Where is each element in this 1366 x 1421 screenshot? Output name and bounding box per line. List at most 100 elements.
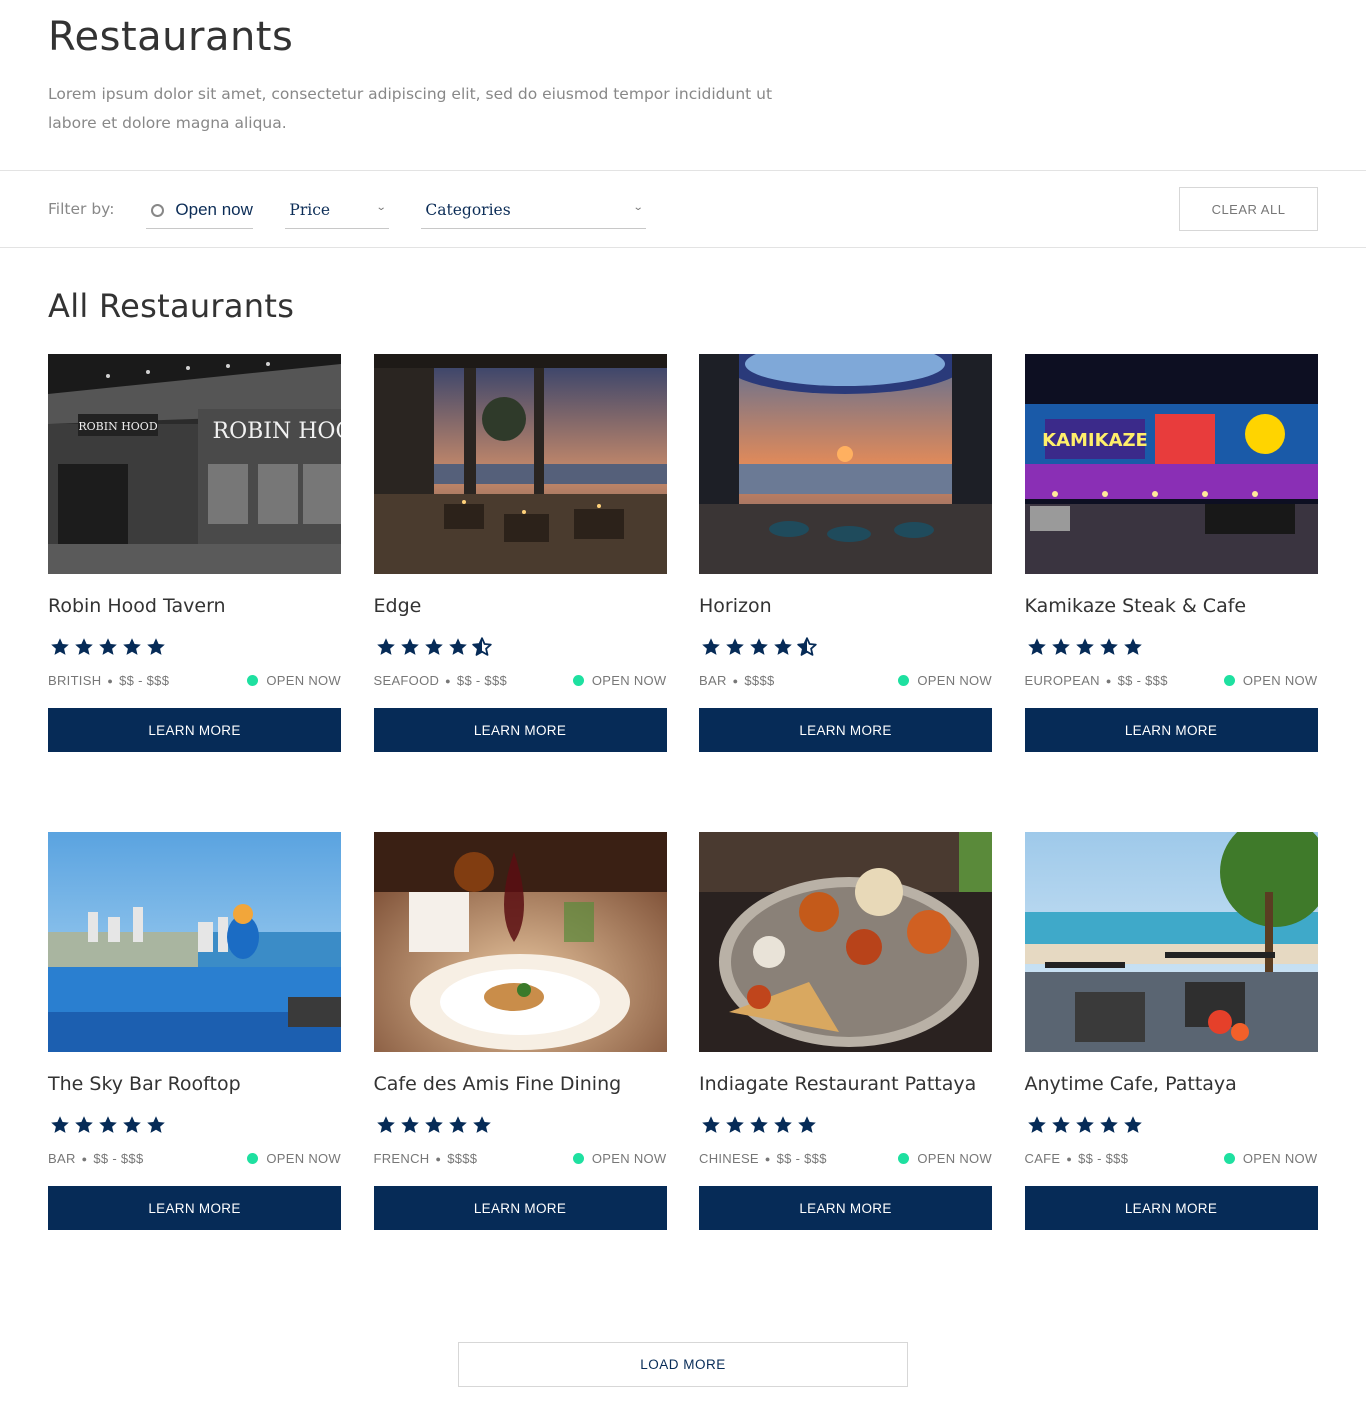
- status-text: OPEN NOW: [1242, 672, 1318, 688]
- open-now-filter[interactable]: Open now: [146, 189, 254, 229]
- price-select-label: Price: [289, 200, 331, 219]
- restaurant-grid: ROBIN HOOD ROBIN HOO Robin Hood Tavern B…: [48, 354, 1318, 1230]
- page-title: Restaurants: [48, 14, 294, 60]
- status-text: OPEN NOW: [917, 672, 992, 688]
- learn-more-button[interactable]: LEARN MORE: [699, 1186, 992, 1230]
- star-filled-icon: [1099, 1116, 1118, 1133]
- restaurant-meta: BAR ● $$$$ OPEN NOW: [699, 671, 992, 689]
- rating-stars: [699, 635, 992, 659]
- meta-info: BRITISH ● $$ - $$$: [48, 673, 169, 688]
- svg-text:KAMIKAZE: KAMIKAZE: [1042, 430, 1148, 451]
- star-filled-icon: [376, 638, 395, 655]
- restaurant-card: ROBIN HOOD ROBIN HOO Robin Hood Tavern B…: [48, 354, 341, 752]
- categories-select[interactable]: Categories ⌄: [421, 189, 647, 229]
- restaurant-name[interactable]: Kamikaze Steak & Cafe: [1025, 594, 1318, 618]
- star-filled-icon: [750, 1116, 768, 1133]
- star-filled-icon: [448, 638, 467, 655]
- restaurant-image[interactable]: [1024, 832, 1318, 1052]
- price-range: $$ - $$$: [776, 1150, 827, 1166]
- star-filled-icon: [376, 1116, 395, 1133]
- clear-all-button[interactable]: CLEAR ALL: [1179, 187, 1318, 231]
- cuisine-category: CAFE: [1024, 1150, 1061, 1166]
- restaurant-name[interactable]: Cafe des Amis Fine Dining: [374, 1072, 667, 1096]
- star-filled-icon: [99, 1116, 117, 1133]
- restaurant-meta: SEAFOOD ● $$ - $$$ OPEN NOW: [374, 671, 667, 689]
- restaurant-name[interactable]: Edge: [374, 594, 667, 618]
- restaurant-name[interactable]: The Sky Bar Rooftop: [48, 1072, 341, 1096]
- restaurant-card: Edge SEAFOOD ● $$ - $$$ OPEN NOW LEARN MORE: [373, 354, 667, 752]
- status-badge: OPEN NOW: [1223, 672, 1318, 688]
- rating-stars: [374, 635, 667, 659]
- star-filled-icon: [99, 638, 117, 655]
- learn-more-button[interactable]: LEARN MORE: [373, 708, 667, 752]
- restaurant-image[interactable]: [48, 832, 341, 1052]
- open-status-dot-icon: [898, 1152, 910, 1164]
- meta-info: FRENCH ● $$$$: [374, 1151, 478, 1166]
- load-more-button[interactable]: LOAD MORE: [458, 1342, 908, 1387]
- star-filled-icon: [75, 1116, 93, 1133]
- restaurant-image[interactable]: [373, 832, 667, 1052]
- restaurant-card: Anytime Cafe, Pattaya CAFE ● $$ - $$$ OPEN…: [1024, 832, 1318, 1230]
- separator-dot-icon: ●: [81, 1153, 88, 1164]
- learn-more-button[interactable]: LEARN MORE: [699, 708, 992, 752]
- learn-more-button[interactable]: LEARN MORE: [48, 1186, 341, 1230]
- restaurant-name[interactable]: Indiagate Restaurant Pattaya: [699, 1072, 992, 1096]
- restaurant-image[interactable]: [699, 832, 992, 1052]
- rating-stars: [48, 635, 341, 659]
- star-filled-icon: [1099, 638, 1118, 655]
- separator-dot-icon: ●: [435, 1153, 442, 1164]
- status-badge: OPEN NOW: [247, 673, 341, 688]
- restaurant-image[interactable]: ROBIN HOOD ROBIN HOO: [48, 354, 341, 574]
- restaurant-meta: FRENCH ● $$$$ OPEN NOW: [374, 1149, 667, 1167]
- status-text: OPEN NOW: [266, 672, 341, 688]
- star-filled-icon: [424, 1116, 443, 1133]
- status-badge: OPEN NOW: [247, 1151, 341, 1166]
- section-title: All Restaurants: [48, 287, 295, 325]
- separator-dot-icon: ●: [1105, 675, 1112, 686]
- status-badge: OPEN NOW: [572, 1151, 667, 1166]
- cuisine-category: EUROPEAN: [1024, 672, 1100, 688]
- status-text: OPEN NOW: [591, 672, 667, 688]
- status-badge: OPEN NOW: [898, 1151, 992, 1166]
- restaurant-card: Indiagate Restaurant Pattaya CHINESE ● $$ …: [699, 832, 992, 1230]
- separator-dot-icon: ●: [445, 675, 451, 686]
- restaurant-image[interactable]: [373, 354, 667, 574]
- learn-more-button[interactable]: LEARN MORE: [1024, 708, 1318, 752]
- star-filled-icon: [1075, 638, 1094, 655]
- meta-info: SEAFOOD ● $$ - $$$: [374, 673, 508, 688]
- learn-more-button[interactable]: LEARN MORE: [373, 1186, 667, 1230]
- restaurant-image[interactable]: KAMIKAZE: [1024, 354, 1318, 574]
- star-filled-icon: [472, 1116, 491, 1133]
- star-filled-icon: [1123, 638, 1142, 655]
- star-filled-icon: [1027, 1116, 1046, 1133]
- star-filled-icon: [424, 638, 443, 655]
- star-filled-icon: [51, 638, 69, 655]
- page-header: Restaurants Lorem ipsum dolor sit amet, …: [0, 0, 1366, 171]
- price-range: $$ - $$$: [1078, 1150, 1129, 1166]
- cuisine-category: SEAFOOD: [373, 672, 440, 688]
- restaurant-card: KAMIKAZE Kamikaze Steak & Cafe EUROPEAN ●…: [1024, 354, 1318, 752]
- learn-more-button[interactable]: LEARN MORE: [48, 708, 341, 752]
- price-range: $$ - $$$: [1117, 672, 1168, 688]
- meta-info: CAFE ● $$ - $$$: [1025, 1151, 1129, 1166]
- svg-text:ROBIN HOOD: ROBIN HOOD: [78, 420, 157, 433]
- star-filled-icon: [1123, 1116, 1142, 1133]
- status-badge: OPEN NOW: [1223, 1150, 1318, 1166]
- star-filled-icon: [1075, 1116, 1094, 1133]
- restaurant-name[interactable]: Anytime Cafe, Pattaya: [1025, 1072, 1318, 1096]
- filter-label: Filter by:: [48, 200, 115, 218]
- star-filled-icon: [726, 638, 744, 655]
- price-select[interactable]: Price ⌄: [285, 189, 390, 229]
- restaurant-image[interactable]: [699, 354, 992, 574]
- page-description: Lorem ipsum dolor sit amet, consectetur …: [48, 85, 773, 132]
- meta-info: EUROPEAN ● $$ - $$$: [1025, 673, 1168, 688]
- open-status-dot-icon: [1223, 674, 1235, 686]
- open-status-dot-icon: [898, 674, 910, 686]
- status-text: OPEN NOW: [1242, 1150, 1318, 1166]
- star-filled-icon: [702, 638, 720, 655]
- restaurant-name[interactable]: Horizon: [699, 594, 992, 618]
- restaurant-card: Horizon BAR ● $$$$ OPEN NOW LEARN MORE: [699, 354, 992, 752]
- learn-more-button[interactable]: LEARN MORE: [1024, 1186, 1318, 1230]
- restaurant-name[interactable]: Robin Hood Tavern: [48, 594, 341, 618]
- star-filled-icon: [400, 638, 419, 655]
